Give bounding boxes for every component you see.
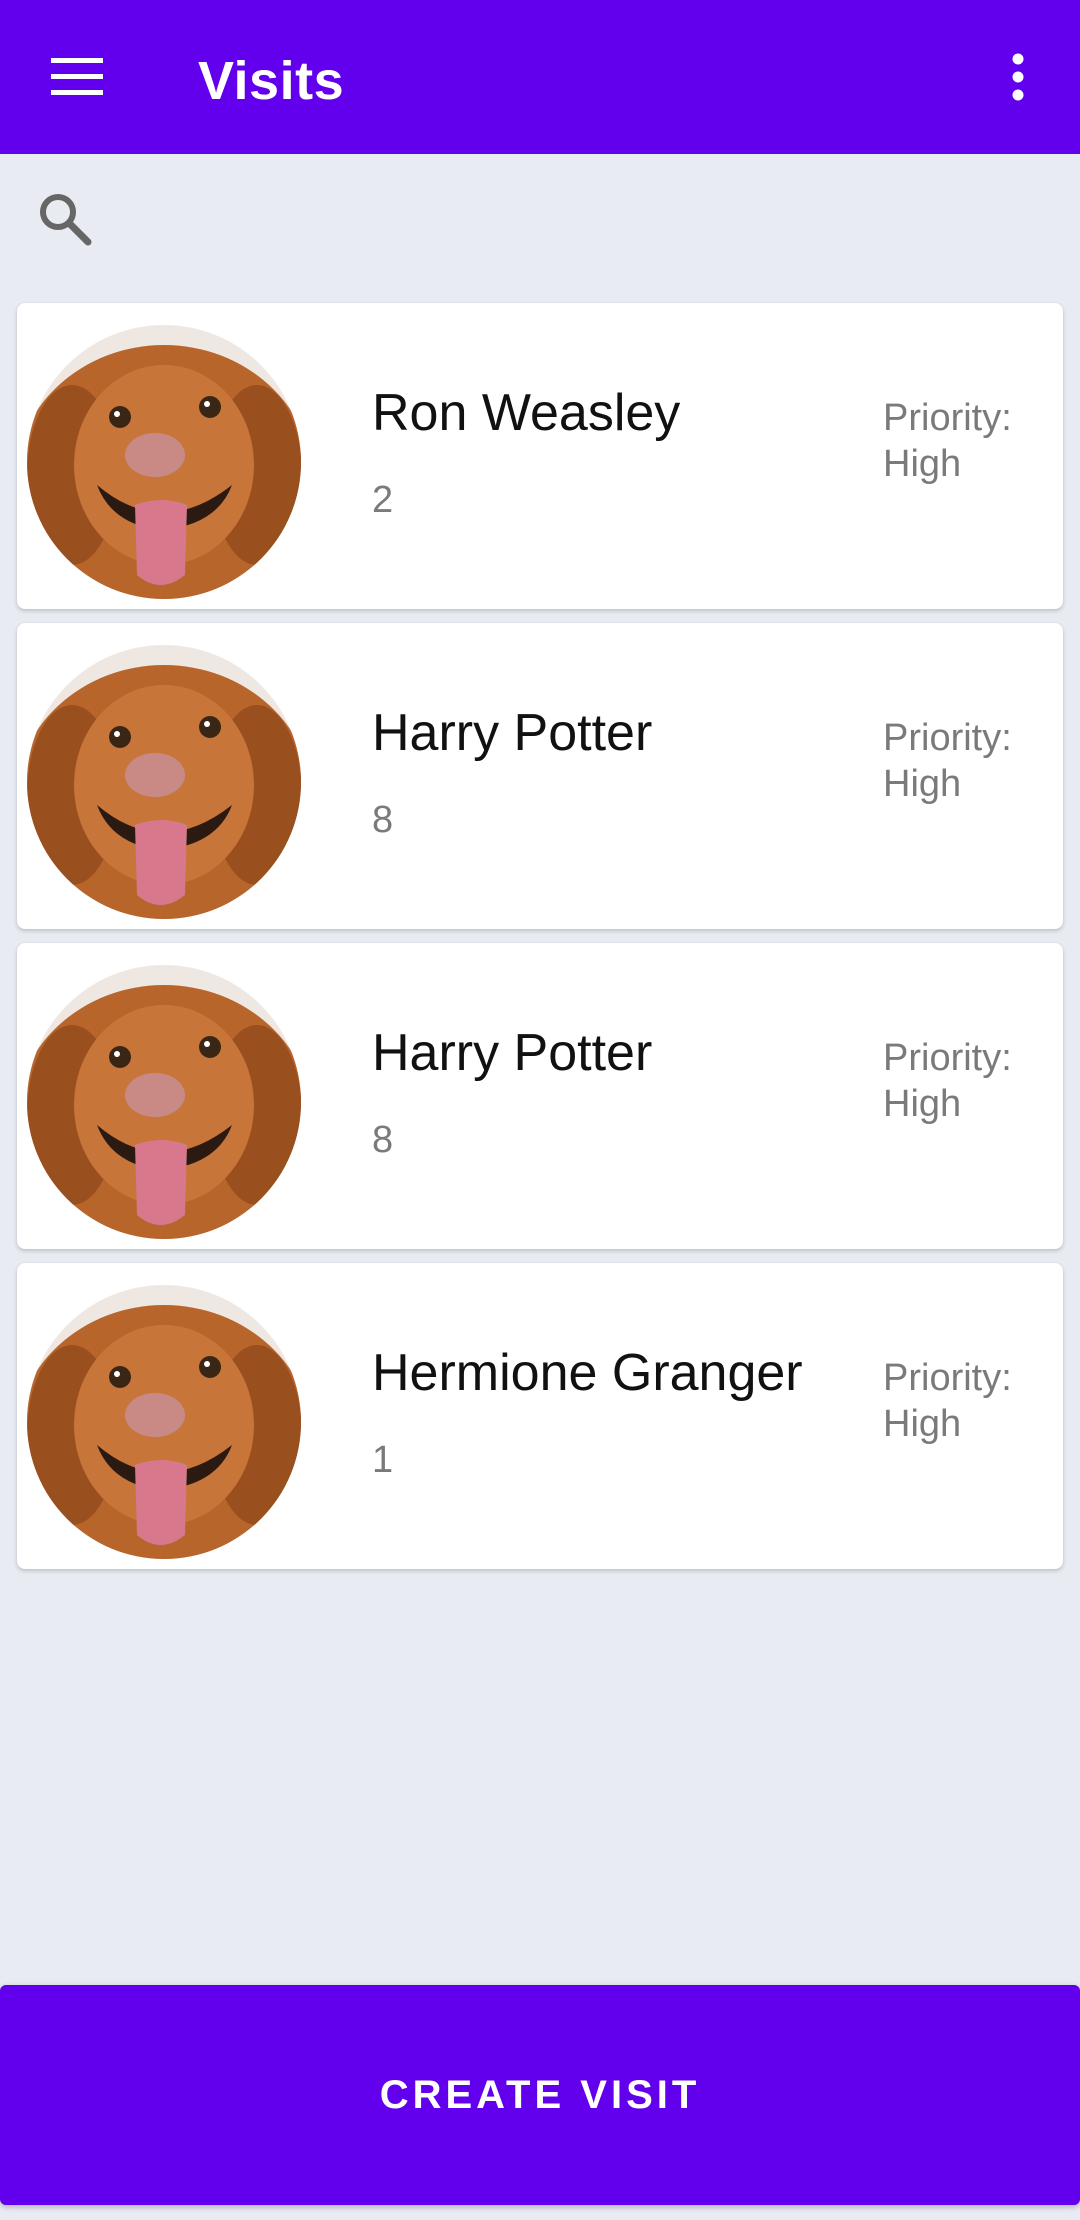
dog-avatar — [27, 325, 301, 599]
overflow-menu-button[interactable] — [990, 47, 1046, 107]
priority-text: Priority: High — [883, 395, 1053, 487]
visit-name: Ron Weasley — [372, 384, 681, 442]
menu-icon — [51, 58, 103, 95]
search-icon[interactable] — [36, 190, 94, 248]
priority-label: Priority: — [883, 1357, 1012, 1399]
visit-card[interactable]: Harry Potter 8 Priority: High — [17, 623, 1063, 929]
visit-card[interactable]: Ron Weasley 2 Priority: High — [17, 303, 1063, 609]
visit-count: 2 — [372, 479, 394, 521]
dog-avatar — [27, 1285, 301, 1559]
visit-count: 1 — [372, 1439, 394, 1481]
priority-value: High — [883, 1083, 962, 1125]
create-visit-button[interactable]: CREATE VISIT — [0, 1985, 1080, 2205]
menu-button[interactable] — [40, 47, 114, 107]
priority-text: Priority: High — [883, 715, 1053, 807]
priority-value: High — [883, 443, 962, 485]
visit-name: Harry Potter — [372, 704, 653, 762]
visit-name: Harry Potter — [372, 1024, 653, 1082]
more-vert-icon — [1012, 53, 1024, 101]
page-title: Visits — [198, 51, 345, 111]
priority-text: Priority: High — [883, 1035, 1053, 1127]
visit-count: 8 — [372, 799, 394, 841]
dog-avatar — [27, 645, 301, 919]
priority-text: Priority: High — [883, 1355, 1053, 1447]
app-bar: Visits — [0, 0, 1080, 154]
search-input[interactable] — [110, 180, 1050, 260]
priority-label: Priority: — [883, 397, 1012, 439]
priority-value: High — [883, 763, 962, 805]
priority-label: Priority: — [883, 717, 1012, 759]
visit-card[interactable]: Hermione Granger 1 Priority: High — [17, 1263, 1063, 1569]
priority-value: High — [883, 1403, 962, 1445]
dog-avatar — [27, 965, 301, 1239]
visit-count: 8 — [372, 1119, 394, 1161]
visit-name: Hermione Granger — [372, 1344, 803, 1402]
visit-card[interactable]: Harry Potter 8 Priority: High — [17, 943, 1063, 1249]
priority-label: Priority: — [883, 1037, 1012, 1079]
